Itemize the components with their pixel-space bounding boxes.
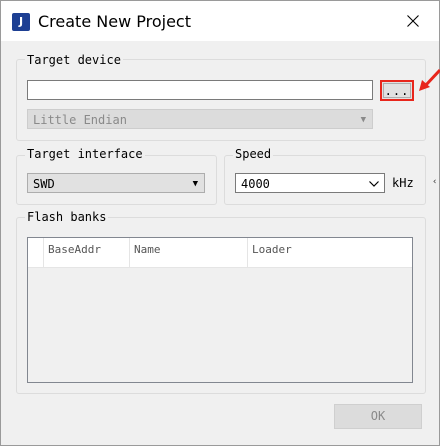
ok-button[interactable]: OK	[334, 404, 422, 429]
endian-select[interactable]: Little Endian ▼	[27, 109, 373, 129]
title-bar: J Create New Project	[1, 1, 439, 41]
browse-button-label: ...	[384, 84, 410, 98]
target-interface-label: Target interface	[25, 147, 145, 161]
target-device-label: Target device	[25, 53, 123, 67]
target-device-input[interactable]	[27, 80, 373, 100]
dropdown-arrow-icon: ▼	[360, 115, 366, 125]
speed-select[interactable]: 4000	[235, 173, 385, 193]
row-selector-header	[28, 238, 44, 267]
column-header-loader[interactable]: Loader	[248, 238, 412, 267]
app-icon: J	[12, 13, 30, 31]
red-arrow-icon	[419, 69, 440, 91]
speed-label: Speed	[233, 147, 274, 161]
endian-value: Little Endian	[33, 113, 127, 127]
edge-marker: ‹	[432, 177, 438, 187]
flash-banks-table[interactable]: BaseAddr Name Loader	[27, 237, 413, 383]
speed-unit: kHz	[392, 176, 414, 190]
table-header: BaseAddr Name Loader	[28, 238, 412, 268]
close-button[interactable]	[397, 7, 429, 35]
target-interface-select[interactable]: SWD ▼	[27, 173, 205, 193]
browse-device-button[interactable]: ...	[380, 80, 414, 101]
flash-banks-label: Flash banks	[25, 210, 109, 224]
column-header-baseaddr[interactable]: BaseAddr	[44, 238, 130, 267]
speed-value: 4000	[241, 177, 270, 191]
target-interface-value: SWD	[33, 177, 55, 191]
column-header-name[interactable]: Name	[130, 238, 248, 267]
window-title: Create New Project	[38, 12, 191, 31]
close-icon	[407, 15, 419, 27]
create-project-dialog: J Create New Project Target device ... L…	[0, 0, 440, 446]
dropdown-arrow-icon: ▼	[192, 179, 198, 189]
chevron-down-icon	[369, 181, 379, 187]
